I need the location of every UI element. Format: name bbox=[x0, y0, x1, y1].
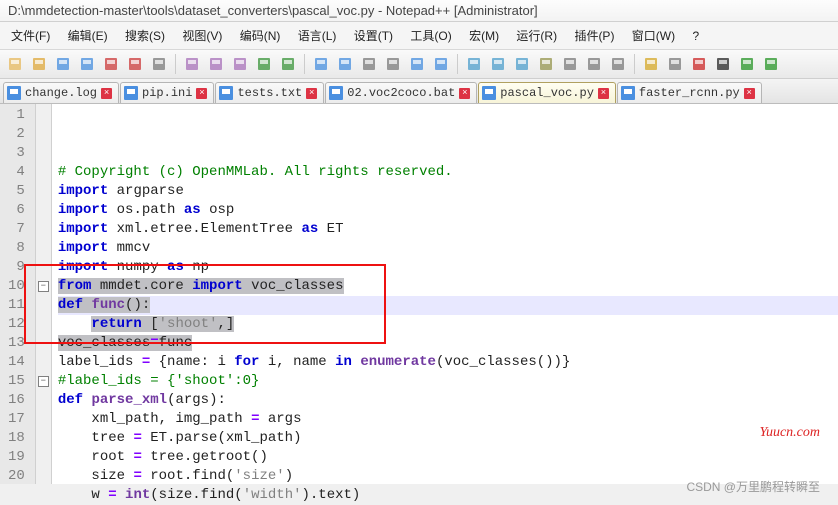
save-state-icon bbox=[7, 86, 21, 100]
menu-file[interactable]: 文件(F) bbox=[4, 24, 57, 47]
play-macro-icon[interactable] bbox=[736, 53, 758, 75]
tab-pascal-voc-py[interactable]: pascal_voc.py × bbox=[478, 82, 616, 103]
code-line[interactable]: import mmcv bbox=[58, 239, 838, 258]
new-file-icon[interactable] bbox=[4, 53, 26, 75]
monitor-icon[interactable] bbox=[664, 53, 686, 75]
code-line[interactable]: import xml.etree.ElementTree as ET bbox=[58, 220, 838, 239]
lang-icon[interactable] bbox=[535, 53, 557, 75]
sync-h-icon[interactable] bbox=[430, 53, 452, 75]
title-bar: D:\mmdetection-master\tools\dataset_conv… bbox=[0, 0, 838, 22]
code-line[interactable]: voc_classes=func bbox=[58, 334, 838, 353]
tab-bar: change.log×pip.ini×tests.txt×02.voc2coco… bbox=[0, 79, 838, 104]
menu-bar: 文件(F) 编辑(E) 搜索(S) 视图(V) 编码(N) 语言(L) 设置(T… bbox=[0, 22, 838, 50]
tab-label: faster_rcnn.py bbox=[639, 86, 740, 100]
print-icon[interactable] bbox=[148, 53, 170, 75]
menu-plugins[interactable]: 插件(P) bbox=[567, 24, 621, 47]
doc-list-icon[interactable] bbox=[583, 53, 605, 75]
tab-close-icon[interactable]: × bbox=[196, 88, 207, 99]
tab-close-icon[interactable]: × bbox=[744, 88, 755, 99]
window-title: D:\mmdetection-master\tools\dataset_conv… bbox=[8, 3, 538, 18]
paste-icon[interactable] bbox=[229, 53, 251, 75]
menu-edit[interactable]: 编辑(E) bbox=[61, 24, 115, 47]
watermark-author: CSDN @万里鹏程转瞬至 bbox=[686, 478, 820, 495]
editor-area[interactable]: 1234567891011121314151617181920 −− # Cop… bbox=[0, 104, 838, 484]
watermark-site: Yuucn.com bbox=[759, 425, 820, 441]
replace-icon[interactable] bbox=[334, 53, 356, 75]
zoom-out-icon[interactable] bbox=[382, 53, 404, 75]
tab-label: change.log bbox=[25, 86, 97, 100]
tab-close-icon[interactable]: × bbox=[306, 88, 317, 99]
tab-close-icon[interactable]: × bbox=[598, 88, 609, 99]
sync-v-icon[interactable] bbox=[406, 53, 428, 75]
tab-tests-txt[interactable]: tests.txt × bbox=[215, 82, 324, 103]
save-state-icon bbox=[124, 86, 138, 100]
indent-guide-icon[interactable] bbox=[511, 53, 533, 75]
code-line[interactable]: root = tree.getroot() bbox=[58, 448, 838, 467]
menu-macro[interactable]: 宏(M) bbox=[462, 24, 506, 47]
code-line[interactable]: # Copyright (c) OpenMMLab. All rights re… bbox=[58, 163, 838, 182]
tab-change-log[interactable]: change.log × bbox=[3, 82, 119, 103]
play-multi-icon[interactable] bbox=[760, 53, 782, 75]
redo-icon[interactable] bbox=[277, 53, 299, 75]
code-line[interactable]: def parse_xml(args): bbox=[58, 391, 838, 410]
copy-icon[interactable] bbox=[205, 53, 227, 75]
code-line[interactable]: xml_path, img_path = args bbox=[58, 410, 838, 429]
menu-run[interactable]: 运行(R) bbox=[509, 24, 564, 47]
menu-language[interactable]: 语言(L) bbox=[291, 24, 344, 47]
menu-help[interactable]: ? bbox=[685, 26, 706, 46]
open-icon[interactable] bbox=[28, 53, 50, 75]
show-all-chars-icon[interactable] bbox=[487, 53, 509, 75]
record-macro-icon[interactable] bbox=[688, 53, 710, 75]
save-state-icon bbox=[621, 86, 635, 100]
save-all-icon[interactable] bbox=[76, 53, 98, 75]
tab-faster-rcnn-py[interactable]: faster_rcnn.py × bbox=[617, 82, 762, 103]
word-wrap-icon[interactable] bbox=[463, 53, 485, 75]
close-all-icon[interactable] bbox=[124, 53, 146, 75]
save-icon[interactable] bbox=[52, 53, 74, 75]
stop-macro-icon[interactable] bbox=[712, 53, 734, 75]
code-line[interactable]: import argparse bbox=[58, 182, 838, 201]
menu-settings[interactable]: 设置(T) bbox=[347, 24, 400, 47]
tab-pip-ini[interactable]: pip.ini × bbox=[120, 82, 214, 103]
menu-window[interactable]: 窗口(W) bbox=[625, 24, 682, 47]
cut-icon[interactable] bbox=[181, 53, 203, 75]
undo-icon[interactable] bbox=[253, 53, 275, 75]
tab-label: pip.ini bbox=[142, 86, 192, 100]
code-line[interactable]: return ['shoot',] bbox=[58, 315, 838, 334]
save-state-icon bbox=[219, 86, 233, 100]
code-line[interactable]: def func(): bbox=[58, 296, 838, 315]
line-number-gutter: 1234567891011121314151617181920 bbox=[0, 104, 36, 484]
toolbar bbox=[0, 50, 838, 79]
code-line[interactable]: #label_ids = {'shoot':0} bbox=[58, 372, 838, 391]
doc-map-icon[interactable] bbox=[559, 53, 581, 75]
find-icon[interactable] bbox=[310, 53, 332, 75]
menu-tools[interactable]: 工具(O) bbox=[403, 24, 458, 47]
tab-label: 02.voc2coco.bat bbox=[347, 86, 455, 100]
code-line[interactable]: import os.path as osp bbox=[58, 201, 838, 220]
code-line[interactable]: tree = ET.parse(xml_path) bbox=[58, 429, 838, 448]
function-list-icon[interactable] bbox=[607, 53, 629, 75]
tab-close-icon[interactable]: × bbox=[459, 88, 470, 99]
fold-toggle-icon[interactable]: − bbox=[38, 376, 49, 387]
zoom-in-icon[interactable] bbox=[358, 53, 380, 75]
code-line[interactable]: from mmdet.core import voc_classes bbox=[58, 277, 838, 296]
fold-margin[interactable]: −− bbox=[36, 104, 52, 484]
menu-view[interactable]: 视图(V) bbox=[175, 24, 229, 47]
tab-close-icon[interactable]: × bbox=[101, 88, 112, 99]
code-line[interactable]: label_ids = {name: i for i, name in enum… bbox=[58, 353, 838, 372]
menu-encoding[interactable]: 编码(N) bbox=[233, 24, 288, 47]
save-state-icon bbox=[482, 86, 496, 100]
code-area[interactable]: # Copyright (c) OpenMMLab. All rights re… bbox=[52, 104, 838, 484]
close-icon[interactable] bbox=[100, 53, 122, 75]
tab-label: pascal_voc.py bbox=[500, 86, 594, 100]
code-line[interactable]: import numpy as np bbox=[58, 258, 838, 277]
tab-02-voc2coco-bat[interactable]: 02.voc2coco.bat × bbox=[325, 82, 477, 103]
tab-label: tests.txt bbox=[237, 86, 302, 100]
menu-search[interactable]: 搜索(S) bbox=[118, 24, 172, 47]
fold-toggle-icon[interactable]: − bbox=[38, 281, 49, 292]
folder-icon[interactable] bbox=[640, 53, 662, 75]
save-state-icon bbox=[329, 86, 343, 100]
